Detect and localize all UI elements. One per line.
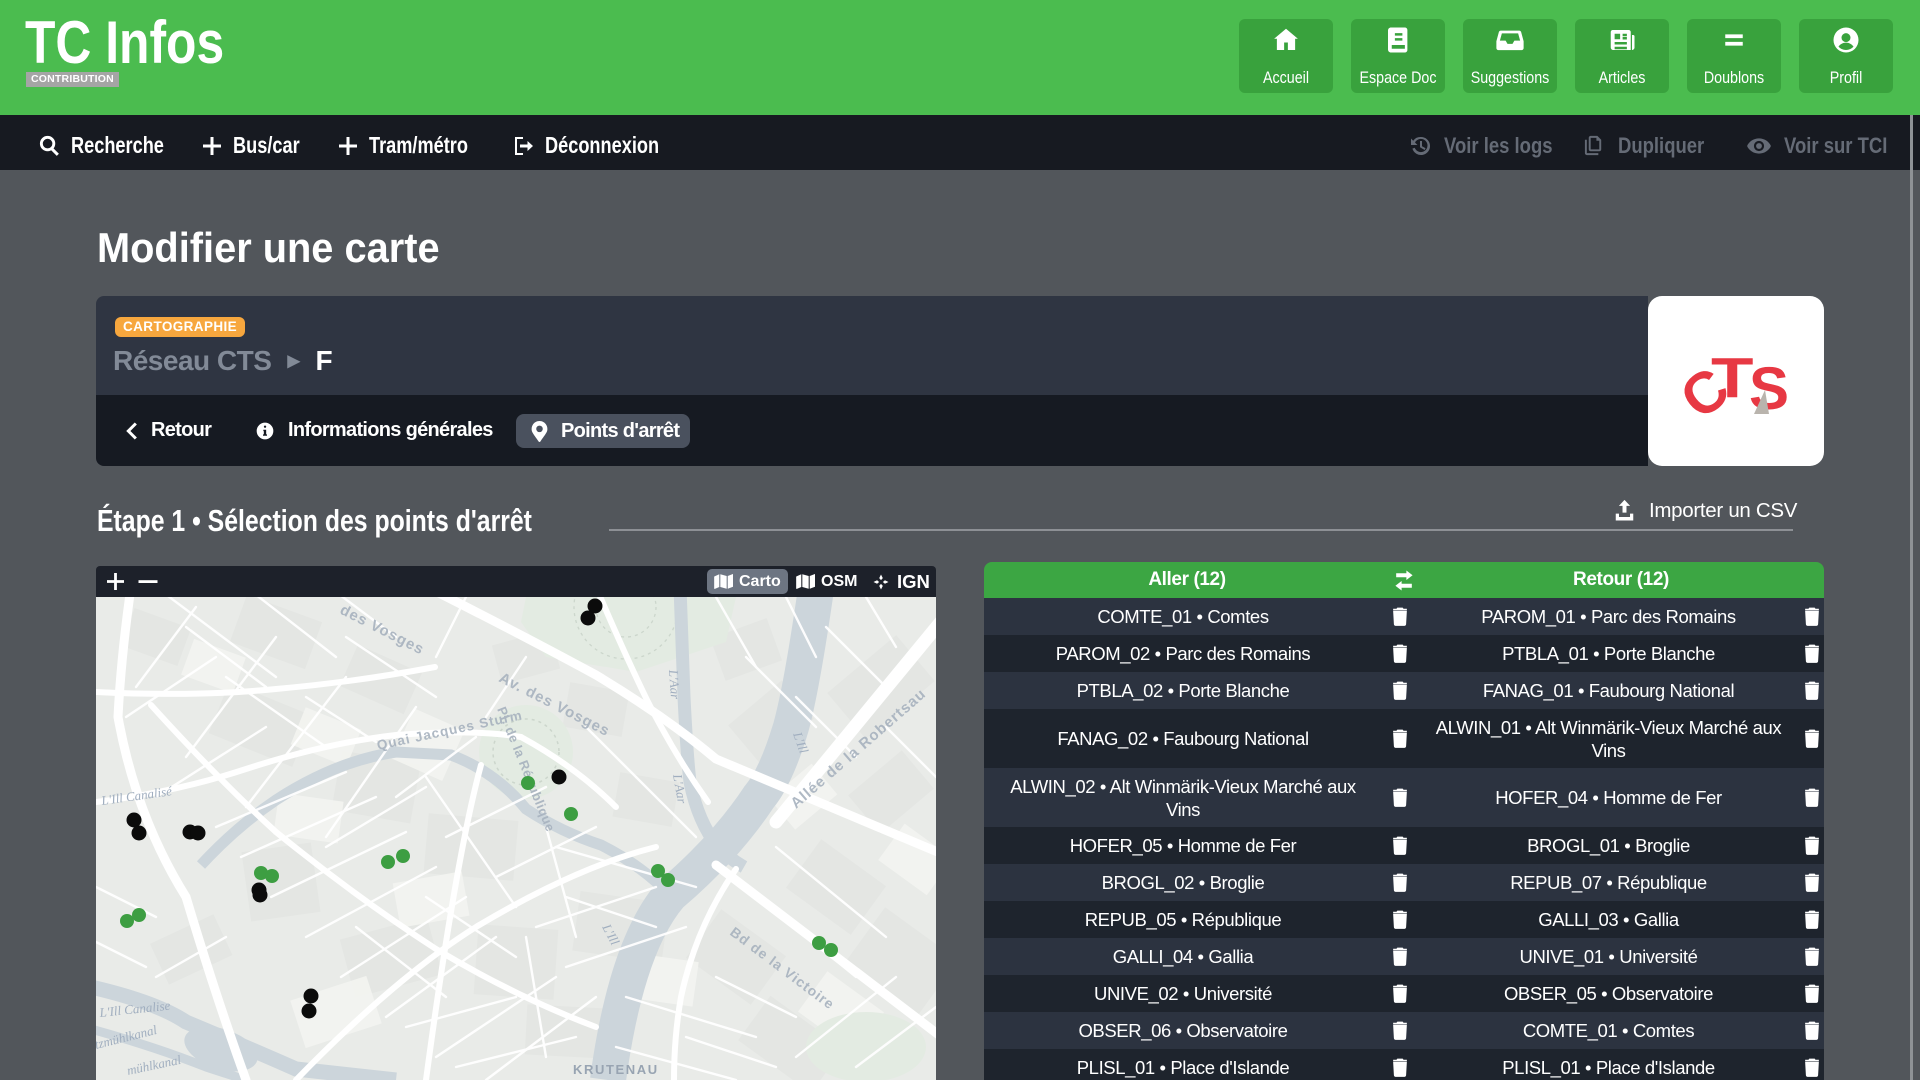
svg-text:L'Aar: L'Aar: [666, 668, 683, 700]
svg-text:T: T: [1711, 346, 1754, 410]
svg-text:KRUTENAU: KRUTENAU: [573, 1062, 659, 1077]
